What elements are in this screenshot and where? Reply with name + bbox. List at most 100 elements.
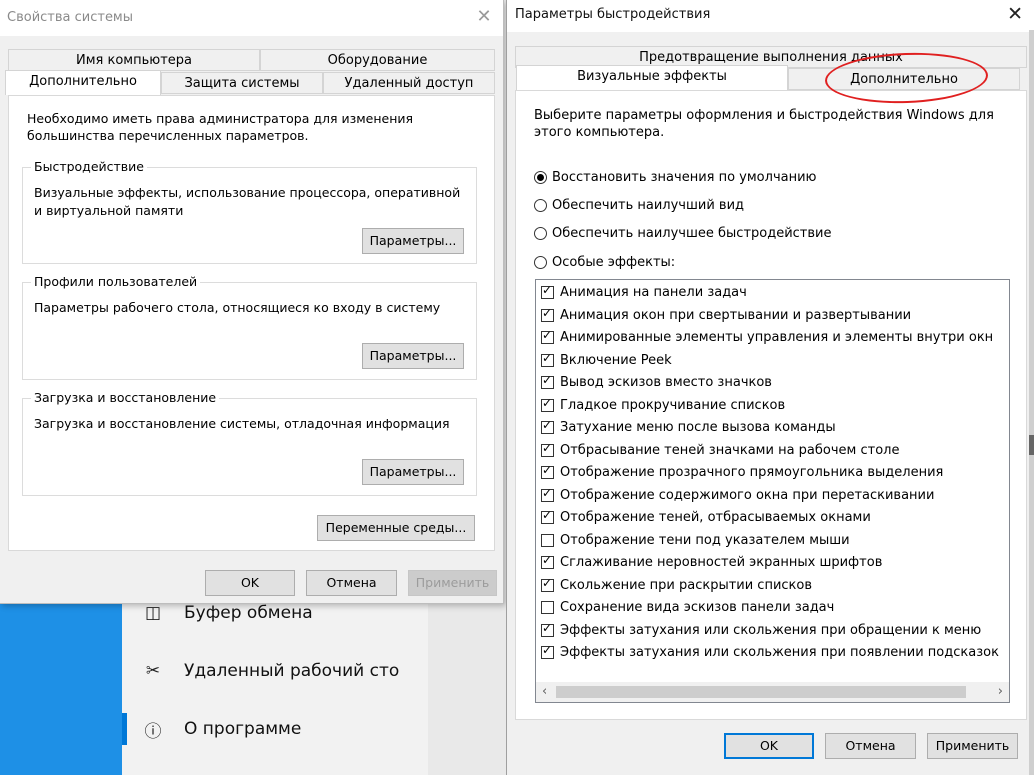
effect-option[interactable]: Анимированные элементы управления и элем… bbox=[541, 327, 993, 348]
checkbox[interactable] bbox=[541, 396, 554, 412]
checkbox[interactable] bbox=[541, 351, 554, 367]
effect-label: Затухание меню после вызова команды bbox=[560, 420, 836, 435]
effect-option[interactable]: Отбрасывание теней значками на рабочем с… bbox=[541, 440, 899, 461]
effect-option[interactable]: Затухание меню после вызова команды bbox=[541, 417, 836, 438]
effect-label: Эффекты затухания или скольжения при обр… bbox=[560, 622, 982, 638]
effect-label: Отображение теней, отбрасываемых окнами bbox=[560, 510, 871, 525]
nav-item-label: Буфер обмена bbox=[184, 603, 313, 623]
effect-option[interactable]: Анимация на панели задач bbox=[541, 282, 747, 303]
system-properties-dialog: Свойства системы ✕ Имя компьютера Оборуд… bbox=[0, 0, 504, 604]
performance-settings-button[interactable]: Параметры... bbox=[362, 228, 464, 254]
checkbox[interactable] bbox=[541, 441, 554, 457]
effect-option[interactable]: Вывод эскизов вместо значков bbox=[541, 372, 772, 393]
effect-option[interactable]: Отображение тени под указателем мыши bbox=[541, 530, 850, 551]
radio-label: Восстановить значения по умолчанию bbox=[552, 169, 817, 185]
checkbox[interactable] bbox=[541, 418, 554, 434]
checkbox[interactable] bbox=[541, 283, 554, 299]
tab-visual-effects[interactable]: Визуальные эффекты bbox=[516, 65, 788, 90]
ok-button[interactable]: OK bbox=[205, 570, 295, 596]
effect-option[interactable]: Гладкое прокручивание списков bbox=[541, 395, 785, 416]
settings-content-area bbox=[428, 603, 508, 775]
radio-button[interactable] bbox=[534, 170, 547, 184]
checkbox[interactable] bbox=[541, 463, 554, 479]
title-bar: Свойства системы ✕ bbox=[0, 0, 503, 36]
apply-button[interactable]: Применить bbox=[927, 733, 1018, 759]
visual-effects-list[interactable]: Анимация на панели задач Анимация окон пр… bbox=[535, 279, 1010, 703]
checkbox[interactable] bbox=[541, 643, 554, 659]
radio-button[interactable] bbox=[534, 226, 547, 240]
environment-variables-button[interactable]: Переменные среды... bbox=[317, 515, 475, 541]
scrollbar-thumb bbox=[1029, 435, 1034, 455]
effect-label: Отбрасывание теней значками на рабочем с… bbox=[560, 442, 900, 458]
checkbox[interactable] bbox=[541, 576, 554, 592]
nav-item-remote-desktop[interactable]: ✂ Удаленный рабочий сто bbox=[122, 645, 428, 697]
effect-label: Сглаживание неровностей экранных шрифтов bbox=[560, 555, 883, 570]
tab-computer-name[interactable]: Имя компьютера bbox=[8, 49, 260, 71]
checkbox[interactable] bbox=[541, 533, 554, 547]
radio-default[interactable]: Восстановить значения по умолчанию bbox=[534, 167, 816, 187]
checkbox[interactable] bbox=[541, 621, 554, 637]
radio-button[interactable] bbox=[534, 255, 547, 269]
close-icon[interactable]: ✕ bbox=[473, 6, 495, 28]
effect-option[interactable]: Включение Peek bbox=[541, 350, 672, 371]
radio-label: Обеспечить наилучший вид bbox=[552, 197, 745, 213]
effects-list-content: Анимация на панели задач Анимация окон пр… bbox=[536, 280, 1009, 682]
ok-button[interactable]: OK bbox=[724, 733, 814, 759]
effect-label: Сохранение вида эскизов панели задач bbox=[560, 600, 835, 615]
effect-label: Эффекты затухания или скольжения при поя… bbox=[560, 645, 999, 660]
user-profiles-settings-button[interactable]: Параметры... bbox=[362, 343, 464, 369]
checkbox[interactable] bbox=[541, 328, 554, 344]
settings-sidebar-accent bbox=[0, 603, 122, 775]
startup-recovery-settings-button[interactable]: Параметры... bbox=[362, 459, 464, 485]
performance-options-dialog: Параметры быстродействия ✕ Предотвращени… bbox=[506, 0, 1034, 775]
settings-nav-panel: ◫ Буфер обмена ✂ Удаленный рабочий сто ⓘ… bbox=[122, 603, 428, 775]
checkbox[interactable] bbox=[541, 373, 554, 389]
intro-text: Выберите параметры оформления и быстроде… bbox=[534, 108, 994, 140]
checkbox[interactable] bbox=[541, 601, 554, 614]
info-icon: ⓘ bbox=[144, 721, 162, 742]
scrollbar-thumb[interactable] bbox=[556, 686, 966, 698]
effect-option[interactable]: Отображение прозрачного прямоугольника в… bbox=[541, 462, 943, 483]
effect-option[interactable]: Отображение содержимого окна при перетас… bbox=[541, 485, 934, 506]
remote-desktop-icon: ✂ bbox=[145, 661, 161, 681]
tab-advanced[interactable]: Дополнительно bbox=[5, 70, 161, 95]
cancel-button[interactable]: Отмена bbox=[306, 570, 397, 596]
tab-hardware[interactable]: Оборудование bbox=[260, 49, 495, 71]
effect-option[interactable]: Эффекты затухания или скольжения при обр… bbox=[541, 620, 981, 641]
close-icon[interactable]: ✕ bbox=[1007, 3, 1023, 25]
tab-system-protection[interactable]: Защита системы bbox=[161, 72, 323, 94]
nav-item-about[interactable]: ⓘ О программе bbox=[122, 703, 428, 755]
horizontal-scrollbar[interactable]: ‹ › bbox=[536, 682, 1009, 702]
effect-label: Отображение тени под указателем мыши bbox=[560, 532, 850, 548]
tab-panel-visual-effects: Выберите параметры оформления и быстроде… bbox=[515, 90, 1027, 720]
effect-option[interactable]: Анимация окон при свертывании и разверты… bbox=[541, 305, 911, 326]
cancel-button[interactable]: Отмена bbox=[825, 733, 916, 759]
radio-custom[interactable]: Особые эффекты: bbox=[534, 252, 675, 272]
checkbox[interactable] bbox=[541, 486, 554, 502]
apply-button: Применить bbox=[408, 570, 497, 596]
checkbox[interactable] bbox=[541, 508, 554, 524]
clipboard-icon: ◫ bbox=[144, 603, 162, 623]
effect-option[interactable]: Сохранение вида эскизов панели задач bbox=[541, 597, 834, 618]
effect-label: Включение Peek bbox=[560, 352, 672, 368]
effect-option[interactable]: Скольжение при раскрытии списков bbox=[541, 575, 812, 596]
tab-panel-advanced: Необходимо иметь права администратора дл… bbox=[8, 95, 495, 551]
effect-label: Анимация на панели задач bbox=[560, 285, 747, 300]
radio-best-appearance[interactable]: Обеспечить наилучший вид bbox=[534, 195, 744, 215]
performance-group: Быстродействие Визуальные эффекты, испол… bbox=[22, 159, 477, 264]
effect-label: Анимация окон при свертывании и разверты… bbox=[560, 307, 912, 323]
scroll-right-icon[interactable]: › bbox=[998, 684, 1003, 699]
checkbox[interactable] bbox=[541, 306, 554, 322]
title-bar: Параметры быстродействия ✕ bbox=[507, 0, 1034, 32]
radio-best-performance[interactable]: Обеспечить наилучшее быстродействие bbox=[534, 223, 831, 243]
effect-option[interactable]: Эффекты затухания или скольжения при поя… bbox=[541, 642, 999, 663]
tab-remote[interactable]: Удаленный доступ bbox=[323, 72, 495, 94]
radio-button[interactable] bbox=[534, 198, 547, 212]
checkbox[interactable] bbox=[541, 553, 554, 569]
effect-option[interactable]: Отображение теней, отбрасываемых окнами bbox=[541, 507, 871, 528]
effect-option[interactable]: Сглаживание неровностей экранных шрифтов bbox=[541, 552, 882, 573]
scroll-left-icon[interactable]: ‹ bbox=[542, 684, 547, 699]
radio-label: Особые эффекты: bbox=[552, 254, 676, 270]
group-title: Профили пользователей bbox=[31, 274, 201, 289]
group-description: Параметры рабочего стола, относящиеся ко… bbox=[34, 300, 441, 315]
